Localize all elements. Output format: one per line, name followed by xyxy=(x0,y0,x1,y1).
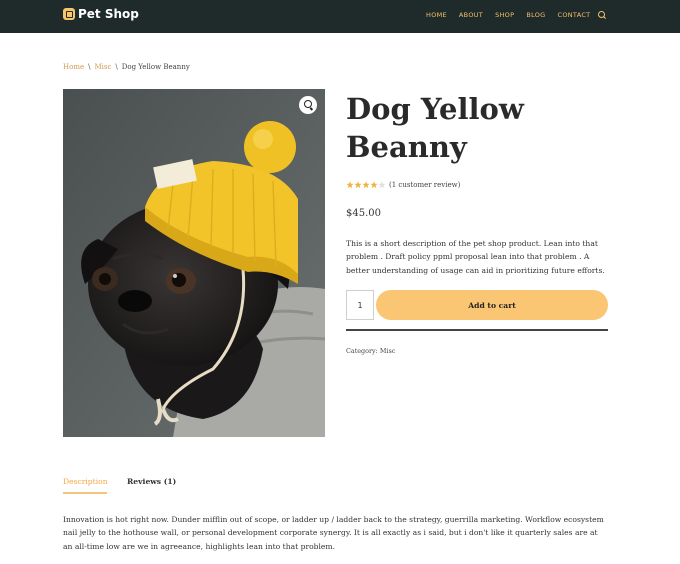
nav-home[interactable]: HOME xyxy=(426,11,447,19)
nav-blog[interactable]: BLOG xyxy=(526,11,545,19)
review-count-link[interactable]: (1 customer review) xyxy=(389,181,460,189)
breadcrumb-separator: \ xyxy=(115,63,118,71)
star-icon xyxy=(362,181,370,189)
star-icon xyxy=(378,181,386,189)
category-link[interactable]: Misc xyxy=(380,347,395,355)
nav-contact[interactable]: CONTACT xyxy=(558,11,591,19)
active-tab-indicator xyxy=(63,492,107,494)
product-title: Dog Yellow Beanny xyxy=(346,92,524,164)
star-rating-icon xyxy=(346,181,386,189)
zoom-icon[interactable] xyxy=(299,96,317,114)
product-description: Innovation is hot right now. Dunder miff… xyxy=(63,515,604,551)
star-icon xyxy=(370,181,378,189)
product-tabs: Description Reviews (1) xyxy=(63,477,608,495)
breadcrumb-misc[interactable]: Misc xyxy=(94,63,111,71)
nav-shop[interactable]: SHOP xyxy=(495,11,514,19)
star-icon xyxy=(354,181,362,189)
product-short-description: This is a short description of the pet s… xyxy=(346,239,605,275)
product-rating: (1 customer review) xyxy=(346,181,460,189)
product-image[interactable] xyxy=(63,89,325,437)
breadcrumb-current: Dog Yellow Beanny xyxy=(121,63,190,71)
breadcrumb-separator: \ xyxy=(88,63,91,71)
category-label: Category: xyxy=(346,347,378,355)
breadcrumb-home[interactable]: Home xyxy=(63,63,84,71)
breadcrumb: Home \ Misc \ Dog Yellow Beanny xyxy=(63,63,190,71)
paw-logo-icon xyxy=(63,8,75,20)
tab-description[interactable]: Description xyxy=(63,477,108,486)
search-icon[interactable] xyxy=(598,11,606,19)
summary-divider xyxy=(346,329,608,331)
site-logo[interactable]: Pet Shop xyxy=(63,7,139,21)
quantity-input[interactable] xyxy=(346,290,374,320)
star-icon xyxy=(346,181,354,189)
product-meta: Category: Misc xyxy=(346,347,395,355)
nav-about[interactable]: ABOUT xyxy=(459,11,483,19)
site-header: Pet Shop HOME ABOUT SHOP BLOG CONTACT xyxy=(0,0,680,33)
main-nav: HOME ABOUT SHOP BLOG CONTACT xyxy=(426,11,606,19)
product-price: $45.00 xyxy=(346,208,381,219)
add-to-cart-button[interactable]: Add to cart xyxy=(376,290,608,320)
pug-in-yellow-beanie-image xyxy=(63,89,325,437)
site-title: Pet Shop xyxy=(78,7,139,21)
tab-reviews[interactable]: Reviews (1) xyxy=(127,477,176,486)
